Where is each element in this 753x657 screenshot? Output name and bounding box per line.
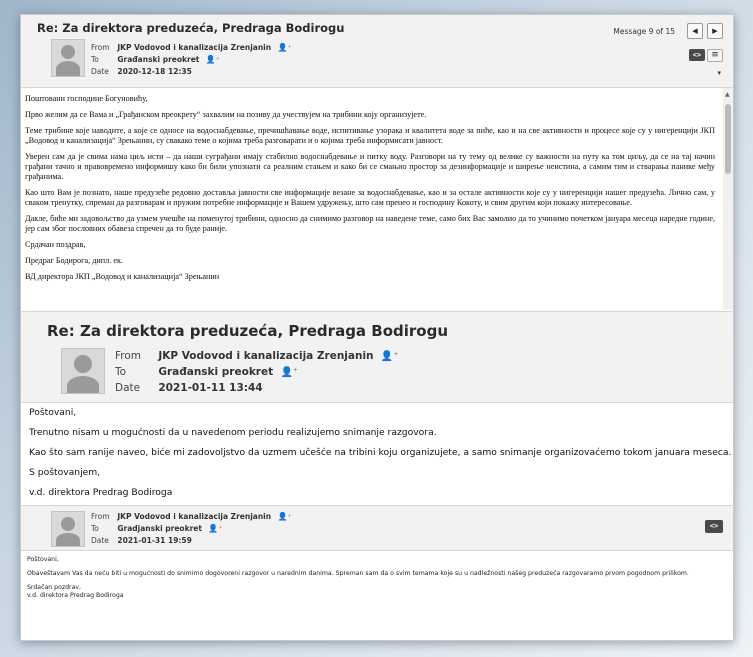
date-label: Date bbox=[91, 67, 109, 76]
date-label: Date bbox=[91, 536, 109, 545]
code-view-icon[interactable]: <> bbox=[689, 49, 705, 61]
add-contact-icon[interactable]: 👤⁺ bbox=[280, 367, 298, 378]
date-row: Date 2021-01-31 19:59 bbox=[91, 536, 192, 545]
from-value[interactable]: JKP Vodovod i kanalizacija Zrenjanin bbox=[158, 350, 373, 362]
add-contact-icon[interactable]: 👤⁺ bbox=[381, 351, 399, 362]
to-row: To Gradjanski preokret 👤⁺ bbox=[91, 524, 223, 533]
date-label: Date bbox=[115, 382, 141, 394]
avatar bbox=[61, 348, 105, 394]
body-paragraph: Срдачан поздрав, bbox=[25, 240, 86, 249]
to-label: To bbox=[91, 55, 99, 64]
date-value: 2020-12-18 12:35 bbox=[117, 67, 192, 76]
date-value: 2021-01-31 19:59 bbox=[117, 536, 192, 545]
from-row: From JKP Vodovod i kanalizacija Zrenjani… bbox=[91, 43, 292, 52]
message-body-3: Poštovani, Obaveštavam Vas da neću biti … bbox=[21, 552, 733, 640]
body-paragraph: Kao što sam ranije naveo, biće mi zadovo… bbox=[29, 447, 732, 458]
message-header-2: Re: Za direktora preduzeća, Predraga Bod… bbox=[21, 311, 733, 403]
chevron-right-icon[interactable]: ▶ bbox=[707, 23, 723, 39]
from-label: From bbox=[115, 350, 142, 362]
date-row: Date 2021-01-11 13:44 bbox=[115, 382, 263, 394]
message-header-1: Re: Za direktora preduzeća, Predraga Bod… bbox=[21, 15, 733, 88]
message-body-1: Поштовани господине Богуновићу, Прво жел… bbox=[21, 88, 721, 310]
code-view-icon[interactable]: <> bbox=[705, 520, 723, 533]
date-value: 2021-01-11 13:44 bbox=[158, 382, 263, 394]
body-paragraph: v.d. direktora Predrag Bodiroga bbox=[29, 487, 173, 498]
avatar bbox=[51, 511, 85, 547]
scrollbar[interactable]: ▲ bbox=[723, 88, 733, 310]
from-label: From bbox=[91, 512, 110, 521]
to-row: To Građanski preokret 👤⁺ bbox=[115, 366, 298, 378]
body-paragraph: v.d. direktora Predrag Bodiroga bbox=[27, 592, 124, 599]
body-paragraph: Уверен сам да је свима нама циљ исти – д… bbox=[25, 152, 715, 181]
body-paragraph: S poštovanjem, bbox=[29, 467, 101, 478]
from-label: From bbox=[91, 43, 110, 52]
to-value[interactable]: Gradjanski preokret bbox=[117, 524, 202, 533]
hamburger-menu-icon[interactable]: ≡ bbox=[707, 49, 723, 62]
message-counter: Message 9 of 15 bbox=[613, 27, 675, 36]
body-paragraph: Предраг Бодирога, дипл. ек. bbox=[25, 256, 123, 265]
to-label: To bbox=[91, 524, 99, 533]
body-paragraph: Poštovani, bbox=[29, 407, 77, 418]
message-header-3: From JKP Vodovod i kanalizacija Zrenjani… bbox=[21, 505, 733, 551]
from-row: From JKP Vodovod i kanalizacija Zrenjani… bbox=[115, 350, 399, 362]
message-body-2: Poštovani, Trenutno nisam u mogućnosti d… bbox=[21, 403, 733, 503]
body-paragraph: Као што Вам је познато, наше предузеће р… bbox=[25, 188, 715, 207]
body-paragraph: Obaveštavam Vas da neću biti u mogućnost… bbox=[27, 570, 689, 577]
chevron-left-icon[interactable]: ◀ bbox=[687, 23, 703, 39]
more-icon[interactable]: ▾ bbox=[717, 69, 721, 77]
scroll-up-icon[interactable]: ▲ bbox=[725, 91, 730, 98]
body-paragraph: ВД директора ЈКП „Водовод и канализација… bbox=[25, 272, 220, 281]
to-row: To Građanski preokret 👤⁺ bbox=[91, 55, 220, 64]
email-thread-viewer: Re: Za direktora preduzeća, Predraga Bod… bbox=[20, 14, 734, 641]
add-contact-icon[interactable]: 👤⁺ bbox=[277, 512, 291, 521]
from-row: From JKP Vodovod i kanalizacija Zrenjani… bbox=[91, 512, 292, 521]
add-contact-icon[interactable]: 👤⁺ bbox=[206, 55, 220, 64]
body-paragraph: Поштовани господине Богуновићу, bbox=[25, 94, 148, 103]
body-paragraph: Trenutno nisam u mogućnosti da u naveden… bbox=[29, 427, 437, 438]
to-value[interactable]: Građanski preokret bbox=[158, 366, 273, 378]
date-row: Date 2020-12-18 12:35 bbox=[91, 67, 192, 76]
avatar bbox=[51, 39, 85, 77]
body-paragraph: Poštovani, bbox=[27, 556, 59, 563]
scrollbar-thumb[interactable] bbox=[725, 104, 731, 174]
to-label: To bbox=[115, 366, 127, 378]
body-paragraph: Теме трибине које наводите, а које се од… bbox=[25, 126, 715, 145]
to-value[interactable]: Građanski preokret bbox=[117, 55, 199, 64]
from-value[interactable]: JKP Vodovod i kanalizacija Zrenjanin bbox=[117, 512, 271, 521]
body-paragraph: Дакле, биће ми задовољство да узмем учеш… bbox=[25, 214, 715, 233]
add-contact-icon[interactable]: 👤⁺ bbox=[208, 524, 222, 533]
message-subject-2: Re: Za direktora preduzeća, Predraga Bod… bbox=[47, 322, 449, 340]
message-subject-1: Re: Za direktora preduzeća, Predraga Bod… bbox=[37, 21, 345, 35]
body-paragraph: Srdačan pozdrav, bbox=[27, 584, 82, 591]
from-value[interactable]: JKP Vodovod i kanalizacija Zrenjanin bbox=[117, 43, 271, 52]
body-paragraph: Прво желим да се Вама и „Грађанском прео… bbox=[25, 110, 427, 119]
add-contact-icon[interactable]: 👤⁺ bbox=[277, 43, 291, 52]
